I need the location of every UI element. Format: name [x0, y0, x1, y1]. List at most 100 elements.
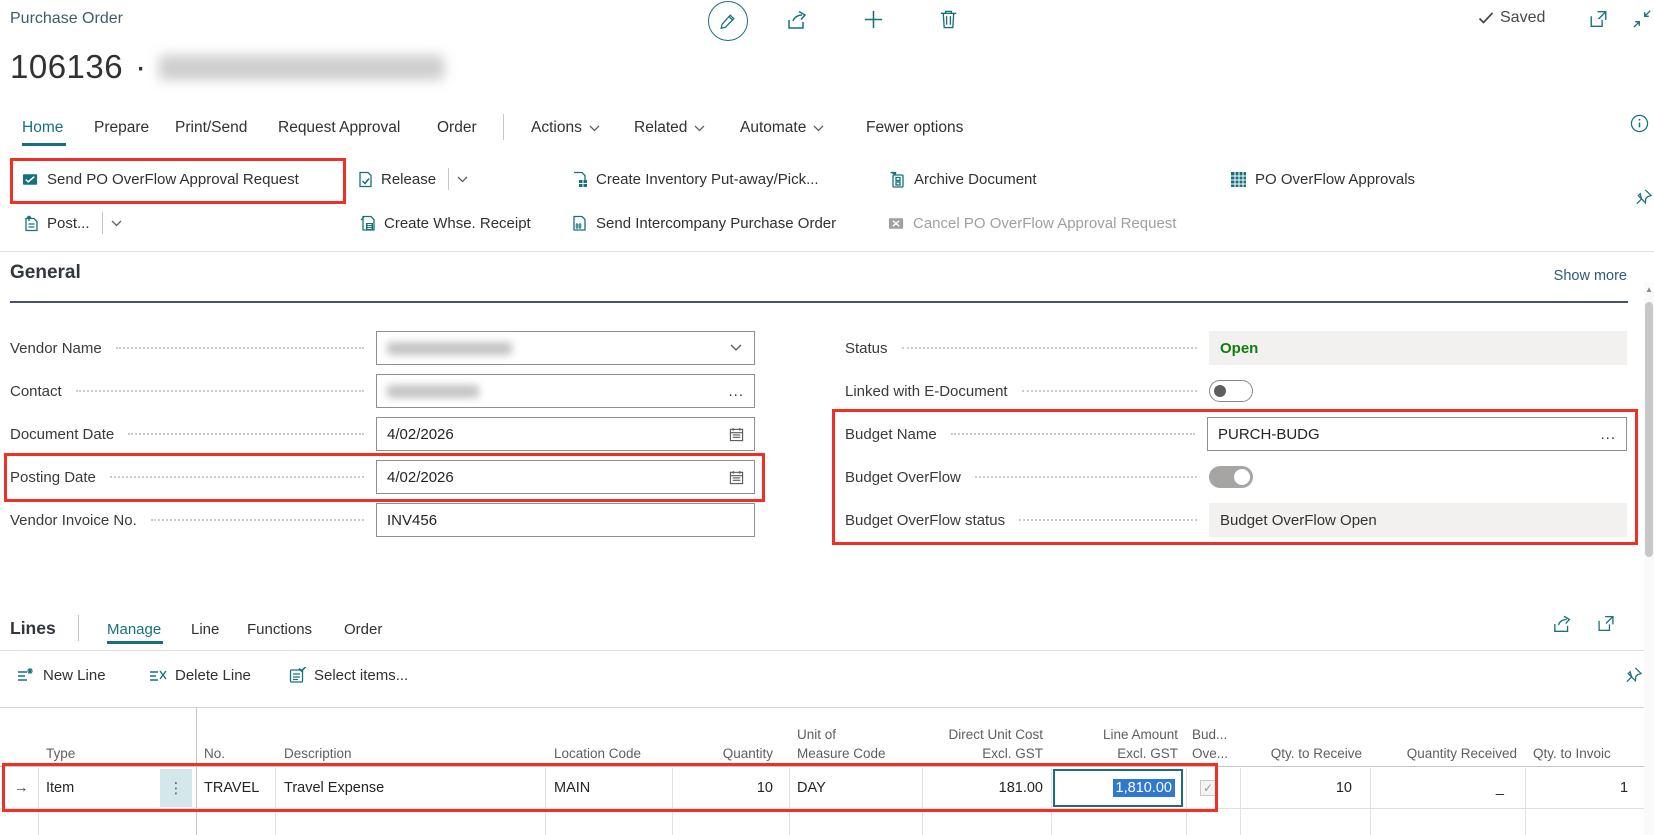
create-whse-receipt-button[interactable]: Create Whse. Receipt — [360, 202, 531, 244]
new-line-button[interactable]: New Line — [17, 657, 106, 693]
delete-line-button[interactable]: Delete Line — [149, 657, 251, 693]
chevron-down-icon — [457, 176, 468, 183]
po-overflow-approvals-button[interactable]: PO OverFlow Approvals — [1230, 158, 1415, 200]
tab-print-send[interactable]: Print/Send — [175, 119, 247, 137]
show-more-link[interactable]: Show more — [1500, 268, 1627, 284]
cell-quantity-received[interactable]: _ — [1360, 768, 1504, 808]
col-header-budget-overflow[interactable]: Bud... Ove... — [1192, 725, 1228, 763]
lines-tab-functions[interactable]: Functions — [247, 621, 312, 638]
col-header-qty-to-invoice[interactable]: Qty. to Invoic — [1533, 744, 1611, 763]
edit-button[interactable] — [708, 1, 748, 41]
cell-border — [789, 768, 790, 835]
cell-qty-to-receive[interactable]: 10 — [1230, 768, 1352, 808]
ellipsis-lookup-icon[interactable]: ... — [1600, 426, 1616, 443]
menu-actions-label: Actions — [531, 119, 582, 137]
create-inventory-putaway-button[interactable]: Create Inventory Put-away/Pick... — [572, 158, 819, 200]
approvals-grid-icon — [1230, 171, 1247, 188]
archive-icon — [889, 171, 906, 188]
ellipsis-lookup-icon[interactable]: ... — [728, 383, 744, 400]
col-header-uom-line2: Measure Code — [797, 744, 886, 763]
archive-document-button[interactable]: Archive Document — [889, 158, 1037, 200]
cell-unit-of-measure[interactable]: DAY — [797, 768, 826, 808]
col-header-quantity-received[interactable]: Quantity Received — [1370, 744, 1517, 763]
delete-document-button[interactable] — [938, 8, 959, 30]
col-header-quantity[interactable]: Quantity — [650, 744, 773, 763]
col-header-unit-of-measure[interactable]: Unit of Measure Code — [797, 725, 886, 763]
cell-quantity[interactable]: 10 — [650, 768, 773, 808]
dotted-leader — [128, 433, 364, 435]
field-budget-overflow: Budget OverFlow — [845, 460, 1627, 494]
col-header-direct-unit-cost[interactable]: Direct Unit Cost Excl. GST — [920, 725, 1043, 763]
pin-actionbar-button[interactable] — [1634, 188, 1653, 207]
cell-qty-to-invoice[interactable]: 1 — [1620, 768, 1628, 808]
col-header-type[interactable]: Type — [46, 744, 75, 763]
lines-tab-line[interactable]: Line — [191, 621, 219, 638]
budget-overflow-toggle[interactable] — [1209, 466, 1253, 488]
budget-overflow-status-label: Budget OverFlow status — [845, 512, 1005, 529]
menu-fewer-options[interactable]: Fewer options — [866, 119, 963, 137]
col-header-description[interactable]: Description — [284, 744, 352, 763]
document-date-input[interactable] — [377, 426, 754, 443]
info-button[interactable] — [1630, 114, 1649, 133]
document-date-field[interactable] — [376, 417, 755, 451]
scrollbar-thumb[interactable] — [1645, 302, 1653, 557]
post-button[interactable]: Post... — [24, 202, 122, 244]
row-options-button[interactable]: ⋮ — [160, 769, 192, 807]
cell-location-code[interactable]: MAIN — [554, 768, 590, 808]
col-header-no[interactable]: No. — [204, 744, 225, 763]
cell-type[interactable]: Item — [46, 768, 74, 808]
lines-open-in-window-button[interactable] — [1596, 614, 1616, 633]
col-header-location-code[interactable]: Location Code — [554, 744, 641, 763]
budget-name-input[interactable] — [1208, 426, 1626, 443]
chevron-down-icon — [589, 125, 600, 132]
send-po-overflow-approval-request-button[interactable]: Send PO OverFlow Approval Request — [22, 158, 299, 200]
posting-date-field[interactable] — [376, 460, 755, 494]
contact-field[interactable]: ... — [376, 374, 755, 408]
cell-border — [1370, 768, 1371, 835]
posting-date-input[interactable] — [377, 469, 754, 486]
menu-actions[interactable]: Actions — [531, 119, 600, 137]
cell-direct-unit-cost[interactable]: 181.00 — [920, 768, 1043, 808]
chevron-down-icon — [730, 344, 742, 352]
select-items-button[interactable]: Select items... — [289, 657, 408, 693]
vendor-invoice-field[interactable] — [376, 503, 755, 537]
status-label: Status — [845, 340, 888, 357]
pin-lines-toolbar-button[interactable] — [1624, 666, 1643, 685]
menu-automate[interactable]: Automate — [740, 119, 824, 137]
tab-request-approval[interactable]: Request Approval — [278, 119, 400, 137]
vendor-name-field[interactable] — [376, 331, 755, 365]
col-header-qty-to-receive[interactable]: Qty. to Receive — [1240, 744, 1362, 763]
open-in-new-window-button[interactable] — [1588, 9, 1609, 29]
budget-name-field[interactable]: ... — [1207, 417, 1627, 451]
send-intercompany-po-button[interactable]: Send Intercompany Purchase Order — [572, 202, 836, 244]
tab-order[interactable]: Order — [437, 119, 477, 137]
send-approval-icon — [22, 172, 39, 187]
col-header-line-amount[interactable]: Line Amount Excl. GST — [1056, 725, 1178, 763]
vendor-invoice-input[interactable] — [377, 512, 754, 529]
collapse-window-button[interactable] — [1632, 9, 1652, 29]
new-document-button[interactable] — [862, 8, 885, 31]
menu-related-label: Related — [634, 119, 687, 137]
lines-tab-order[interactable]: Order — [344, 621, 382, 638]
header-bottom-border — [0, 766, 1654, 767]
lines-share-button[interactable] — [1552, 614, 1574, 634]
delete-line-label: Delete Line — [175, 667, 251, 684]
cell-border — [38, 768, 39, 835]
linked-edocument-toggle[interactable] — [1209, 380, 1253, 402]
share-button[interactable] — [786, 9, 810, 31]
lines-tab-manage[interactable]: Manage — [107, 621, 161, 638]
menu-related[interactable]: Related — [634, 119, 705, 137]
popout-icon — [1596, 614, 1616, 633]
purchase-order-page: Purchase Order Saved — [0, 0, 1654, 835]
col-header-bud-line2: Ove... — [1192, 744, 1228, 763]
field-vendor-name: Vendor Name — [10, 331, 755, 365]
release-label: Release — [381, 171, 436, 188]
scrollbar-up-arrow[interactable]: ▲ — [1644, 285, 1654, 294]
cell-description[interactable]: Travel Expense — [284, 768, 384, 808]
tab-prepare[interactable]: Prepare — [94, 119, 149, 137]
release-button[interactable]: Release — [358, 158, 468, 200]
cell-line-amount-focused[interactable]: 1,810.00 — [1053, 769, 1183, 807]
cell-no[interactable]: TRAVEL — [204, 768, 259, 808]
tab-home[interactable]: Home — [22, 119, 63, 137]
pin-icon — [1634, 188, 1653, 207]
